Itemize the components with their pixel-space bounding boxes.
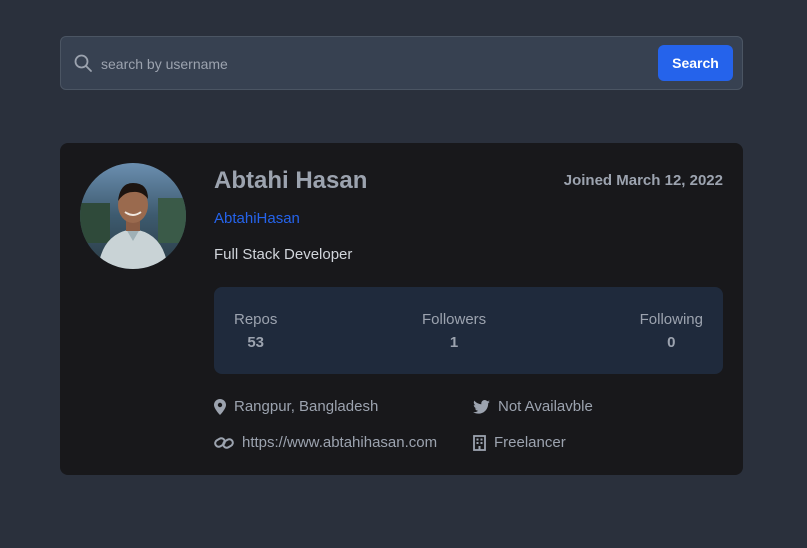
location-pin-icon <box>214 398 226 415</box>
profile-card: Abtahi Hasan Joined March 12, 2022 Abtah… <box>60 143 743 475</box>
joined-date: Joined March 12, 2022 <box>563 172 723 189</box>
location-info: Rangpur, Bangladesh <box>214 398 378 415</box>
website-text: https://www.abtahihasan.com <box>242 434 438 451</box>
stat-value: 1 <box>449 334 459 351</box>
stat-repos: Repos 53 <box>234 311 277 351</box>
stats-panel: Repos 53 Followers 1 Following 0 <box>214 287 723 374</box>
avatar <box>80 163 186 269</box>
company-text: Freelancer <box>494 434 566 451</box>
search-bar: Search <box>60 36 743 90</box>
stat-following: Following 0 <box>640 311 703 351</box>
website-link[interactable]: https://www.abtahihasan.com <box>214 434 437 451</box>
link-icon <box>214 436 234 449</box>
profile-bio: Full Stack Developer <box>214 246 353 263</box>
username-link[interactable]: AbtahiHasan <box>214 210 300 227</box>
search-icon <box>74 54 92 72</box>
twitter-info: Not Availavble <box>473 398 593 415</box>
stat-label: Following <box>639 311 703 328</box>
twitter-icon <box>473 399 490 414</box>
company-info: Freelancer <box>473 434 566 451</box>
location-text: Rangpur, Bangladesh <box>234 398 379 415</box>
stat-value: 0 <box>667 334 676 351</box>
stat-followers: Followers 1 <box>422 311 486 351</box>
search-input[interactable] <box>101 50 641 78</box>
building-icon <box>473 434 486 451</box>
stat-label: Repos <box>234 311 278 328</box>
twitter-text: Not Availavble <box>498 398 593 415</box>
stat-value: 53 <box>247 334 265 351</box>
search-button[interactable]: Search <box>658 45 733 81</box>
profile-name: Abtahi Hasan <box>214 167 368 194</box>
stat-label: Followers <box>422 311 487 328</box>
